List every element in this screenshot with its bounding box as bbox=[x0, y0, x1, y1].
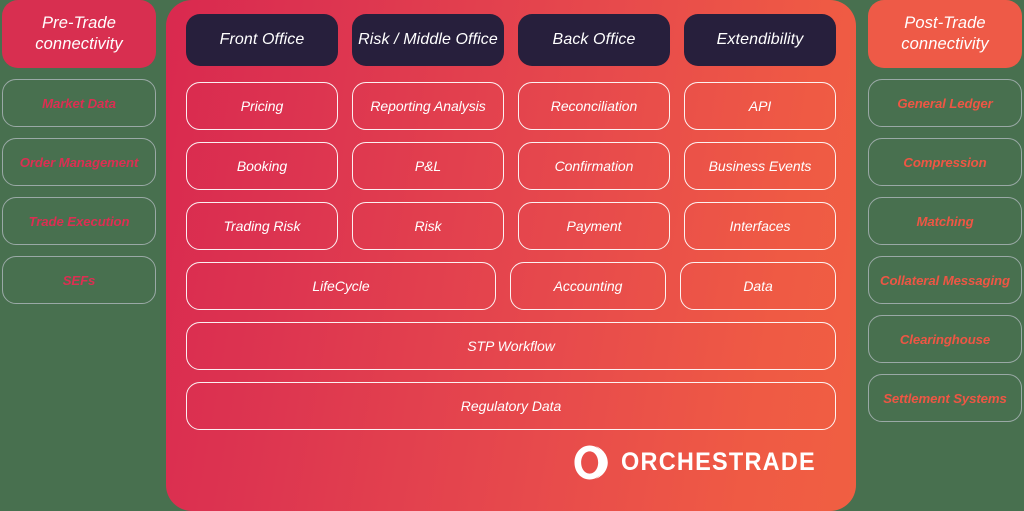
capability-cell-regulatory-data[interactable]: Regulatory Data bbox=[186, 382, 836, 430]
tab-label: Extendibility bbox=[716, 30, 804, 48]
orchestrade-logo: ORCHESTRADE bbox=[573, 444, 828, 481]
capability-label: Pricing bbox=[240, 98, 284, 114]
capability-label: Reporting Analysis bbox=[370, 98, 486, 114]
post-trade-panel-header: Post-Trade connectivity bbox=[868, 0, 1022, 68]
post-trade-item-label: Collateral Messaging bbox=[880, 272, 1010, 288]
platform-capabilities-panel: Front Office Risk / Middle Office Back O… bbox=[166, 0, 856, 511]
orchestrade-wordmark: ORCHESTRADE bbox=[620, 448, 816, 476]
capability-label: Booking bbox=[236, 158, 288, 174]
tab-front-office[interactable]: Front Office bbox=[186, 14, 338, 66]
post-trade-item-label: Settlement Systems bbox=[883, 390, 1007, 406]
capability-row: STP Workflow bbox=[186, 322, 836, 370]
capability-label: Payment bbox=[566, 218, 622, 234]
capability-row: Booking P&L Confirmation Business Events bbox=[186, 142, 836, 190]
pre-trade-item-market-data[interactable]: Market Data bbox=[2, 79, 156, 127]
tab-extendibility[interactable]: Extendibility bbox=[684, 14, 836, 66]
capability-cell-reconciliation[interactable]: Reconciliation bbox=[518, 82, 670, 130]
tab-back-office[interactable]: Back Office bbox=[518, 14, 670, 66]
capability-cell-lifecycle[interactable]: LifeCycle bbox=[186, 262, 496, 310]
capability-label: P&L bbox=[414, 158, 442, 174]
capability-label: Reconciliation bbox=[550, 98, 638, 114]
post-trade-item-general-ledger[interactable]: General Ledger bbox=[868, 79, 1022, 127]
capability-label: Confirmation bbox=[554, 158, 634, 174]
capability-row: Trading Risk Risk Payment Interfaces bbox=[186, 202, 836, 250]
capability-cell-stp-workflow[interactable]: STP Workflow bbox=[186, 322, 836, 370]
post-trade-item-clearinghouse[interactable]: Clearinghouse bbox=[868, 315, 1022, 363]
capability-label: STP Workflow bbox=[467, 338, 555, 354]
capability-row: Pricing Reporting Analysis Reconciliatio… bbox=[186, 82, 836, 130]
capability-label: API bbox=[748, 98, 772, 114]
capability-row: Regulatory Data bbox=[186, 382, 836, 430]
pre-trade-item-label: SEFs bbox=[62, 272, 96, 288]
capability-label: Interfaces bbox=[729, 218, 791, 234]
capability-label: Accounting bbox=[553, 278, 623, 294]
capability-cell-data[interactable]: Data bbox=[680, 262, 836, 310]
capability-label: Risk bbox=[414, 218, 442, 234]
capability-label: Business Events bbox=[708, 158, 812, 174]
capability-cell-pnl[interactable]: P&L bbox=[352, 142, 504, 190]
pre-trade-panel-header: Pre-Trade connectivity bbox=[2, 0, 156, 68]
capability-cell-payment[interactable]: Payment bbox=[518, 202, 670, 250]
post-trade-item-collateral-messaging[interactable]: Collateral Messaging bbox=[868, 256, 1022, 304]
post-trade-item-label: Compression bbox=[903, 154, 987, 170]
tab-label: Front Office bbox=[219, 30, 305, 48]
pre-trade-item-sefs[interactable]: SEFs bbox=[2, 256, 156, 304]
tab-label: Back Office bbox=[552, 30, 636, 48]
capability-label: Regulatory Data bbox=[460, 398, 562, 414]
pre-trade-item-label: Order Management bbox=[19, 154, 139, 170]
post-trade-item-label: Matching bbox=[916, 213, 974, 229]
diagram-canvas: Pre-Trade connectivity Market Data Order… bbox=[0, 0, 1024, 511]
post-trade-item-settlement-systems[interactable]: Settlement Systems bbox=[868, 374, 1022, 422]
capability-cell-business-events[interactable]: Business Events bbox=[684, 142, 836, 190]
capability-cell-accounting[interactable]: Accounting bbox=[510, 262, 666, 310]
pre-trade-item-label: Market Data bbox=[42, 95, 116, 111]
post-trade-item-label: General Ledger bbox=[897, 95, 993, 111]
capability-cell-booking[interactable]: Booking bbox=[186, 142, 338, 190]
pre-trade-connectivity-panel: Pre-Trade connectivity Market Data Order… bbox=[2, 0, 156, 304]
capability-cell-api[interactable]: API bbox=[684, 82, 836, 130]
capability-cell-pricing[interactable]: Pricing bbox=[186, 82, 338, 130]
capability-cell-confirmation[interactable]: Confirmation bbox=[518, 142, 670, 190]
post-trade-connectivity-panel: Post-Trade connectivity General Ledger C… bbox=[868, 0, 1022, 422]
capability-cell-interfaces[interactable]: Interfaces bbox=[684, 202, 836, 250]
capability-cell-risk[interactable]: Risk bbox=[352, 202, 504, 250]
pre-trade-item-order-management[interactable]: Order Management bbox=[2, 138, 156, 186]
capability-label: LifeCycle bbox=[312, 278, 370, 294]
capability-cell-trading-risk[interactable]: Trading Risk bbox=[186, 202, 338, 250]
tab-risk-middle-office[interactable]: Risk / Middle Office bbox=[352, 14, 504, 66]
post-trade-item-label: Clearinghouse bbox=[899, 331, 991, 347]
tab-label: Risk / Middle Office bbox=[358, 30, 498, 48]
capability-tab-bar: Front Office Risk / Middle Office Back O… bbox=[186, 14, 836, 66]
post-trade-item-matching[interactable]: Matching bbox=[868, 197, 1022, 245]
capability-label: Data bbox=[743, 278, 773, 294]
post-trade-item-compression[interactable]: Compression bbox=[868, 138, 1022, 186]
pre-trade-item-label: Trade Execution bbox=[28, 213, 130, 229]
pre-trade-item-trade-execution[interactable]: Trade Execution bbox=[2, 197, 156, 245]
orchestrade-o-mark-icon bbox=[574, 445, 608, 480]
capability-row: LifeCycle Accounting Data bbox=[186, 262, 836, 310]
capability-label: Trading Risk bbox=[223, 218, 301, 234]
capability-cell-reporting-analysis[interactable]: Reporting Analysis bbox=[352, 82, 504, 130]
capability-grid: Pricing Reporting Analysis Reconciliatio… bbox=[186, 82, 836, 430]
